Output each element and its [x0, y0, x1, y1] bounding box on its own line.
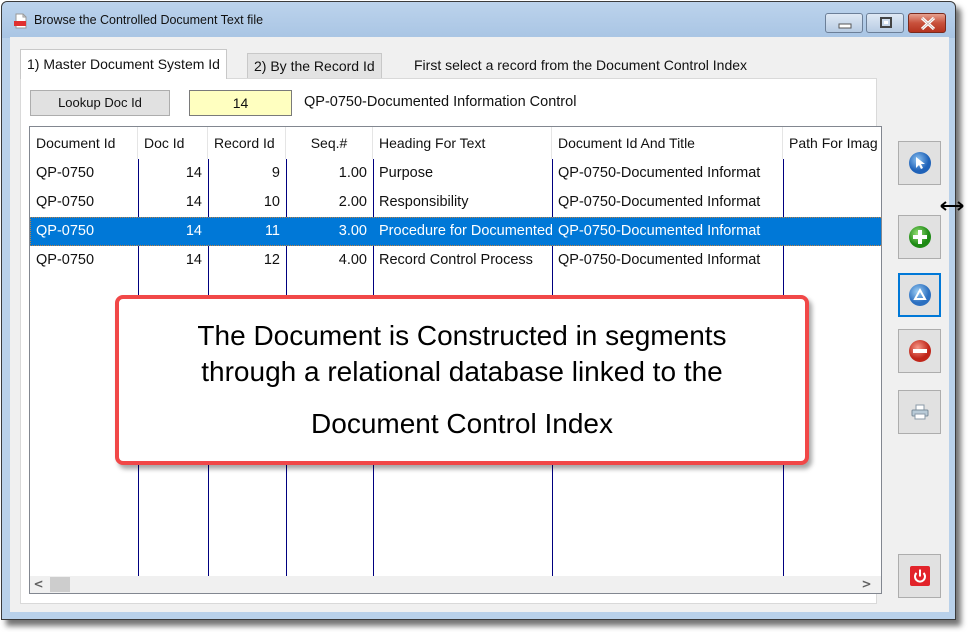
column-header-heading[interactable]: Heading For Text — [373, 127, 552, 159]
cell-seq[interactable]: 1.00 — [286, 159, 373, 188]
callout-line-3: Document Control Index — [311, 408, 613, 439]
cell-path[interactable] — [783, 217, 881, 246]
cell-document-id[interactable]: QP-0750 — [30, 246, 138, 275]
grid-header: Document Id Doc Id Record Id Seq.# Headi… — [30, 127, 881, 159]
column-header-document-id[interactable]: Document Id — [30, 127, 138, 159]
select-button[interactable] — [898, 141, 941, 185]
exit-button[interactable] — [898, 554, 941, 598]
close-icon — [920, 16, 936, 31]
cell-record-id[interactable]: 10 — [208, 188, 286, 217]
cell-document-id[interactable]: QP-0750 — [30, 159, 138, 188]
delete-record-button[interactable] — [898, 329, 941, 373]
plus-icon — [908, 226, 931, 248]
title-bar: Browse the Controlled Document Text file — [2, 2, 955, 38]
resize-cursor-icon — [940, 201, 964, 211]
cell-doc-id[interactable]: 14 — [138, 188, 208, 217]
cell-path[interactable] — [783, 188, 881, 217]
column-header-path[interactable]: Path For Imag — [783, 127, 881, 159]
cell-doc-id[interactable]: 14 — [138, 217, 208, 246]
window-title: Browse the Controlled Document Text file — [34, 13, 264, 27]
table-row[interactable]: QP-0750 14 9 1.00 Purpose QP-0750-Documented … — [30, 159, 881, 188]
lookup-doc-id-button[interactable]: Lookup Doc Id — [30, 90, 170, 116]
cell-document-id[interactable]: QP-0750 — [30, 188, 138, 217]
column-header-document-id-title[interactable]: Document Id And Title — [552, 127, 783, 159]
column-header-seq[interactable]: Seq.# — [286, 127, 373, 159]
tab-by-record-id[interactable]: 2) By the Record Id — [247, 53, 382, 79]
column-header-doc-id[interactable]: Doc Id — [138, 127, 208, 159]
app-icon — [14, 13, 27, 29]
cell-document-title[interactable]: QP-0750-Documented Informat — [552, 246, 783, 275]
cell-doc-id[interactable]: 14 — [138, 159, 208, 188]
cell-heading[interactable]: Purpose — [373, 159, 552, 188]
cell-heading[interactable]: Record Control Process — [373, 246, 552, 275]
minimize-icon — [838, 23, 852, 29]
power-icon — [909, 566, 930, 586]
cell-document-title[interactable]: QP-0750-Documented Informat — [552, 188, 783, 217]
cell-path[interactable] — [783, 246, 881, 275]
maximize-button[interactable] — [866, 13, 904, 33]
minimize-button[interactable] — [825, 13, 863, 33]
cell-record-id[interactable]: 12 — [208, 246, 286, 275]
add-record-button[interactable] — [898, 215, 941, 259]
cell-document-id[interactable]: QP-0750 — [30, 217, 138, 246]
column-header-record-id[interactable]: Record Id — [208, 127, 286, 159]
scroll-left-icon[interactable]: < — [30, 576, 47, 593]
table-row[interactable]: QP-0750 14 12 4.00 Record Control Process QP-… — [30, 246, 881, 275]
triangle-icon — [908, 284, 931, 306]
edit-record-button[interactable] — [898, 273, 941, 317]
cell-seq[interactable]: 4.00 — [286, 246, 373, 275]
minus-icon — [908, 340, 931, 362]
cell-heading[interactable]: Procedure for Documented — [373, 217, 552, 246]
pointer-icon — [908, 152, 931, 174]
cell-doc-id[interactable]: 14 — [138, 246, 208, 275]
callout-line-2: through a relational database linked to … — [201, 356, 723, 387]
restore-icon — [880, 17, 892, 28]
doc-id-field[interactable]: 14 — [189, 90, 292, 116]
table-row[interactable]: QP-0750 14 10 2.00 Responsibility QP-0750-Doc… — [30, 188, 881, 217]
cell-path[interactable] — [783, 159, 881, 188]
tab-hint-text: First select a record from the Document … — [414, 57, 748, 73]
callout-line-1: The Document is Constructed in segments — [197, 320, 727, 351]
horizontal-scrollbar[interactable]: < > — [30, 576, 881, 593]
cell-record-id[interactable]: 9 — [208, 159, 286, 188]
scroll-thumb[interactable] — [50, 577, 70, 592]
printer-icon — [911, 404, 928, 420]
scroll-right-icon[interactable]: > — [858, 576, 875, 593]
cell-heading[interactable]: Responsibility — [373, 188, 552, 217]
tab-master-document-system-id[interactable]: 1) Master Document System Id — [20, 49, 227, 79]
cell-document-title[interactable]: QP-0750-Documented Informat — [552, 159, 783, 188]
cell-seq[interactable]: 3.00 — [286, 217, 373, 246]
cell-record-id[interactable]: 11 — [208, 217, 286, 246]
cell-document-title[interactable]: QP-0750-Documented Informat — [552, 217, 783, 246]
print-button[interactable] — [898, 390, 941, 434]
annotation-callout: The Document is Constructed in segments … — [115, 295, 809, 465]
cell-seq[interactable]: 2.00 — [286, 188, 373, 217]
table-row-selected[interactable]: QP-0750 14 11 3.00 Procedure for Documented Q… — [30, 217, 881, 246]
close-button[interactable] — [908, 13, 946, 33]
document-title-label: QP-0750-Documented Information Control — [304, 94, 577, 110]
